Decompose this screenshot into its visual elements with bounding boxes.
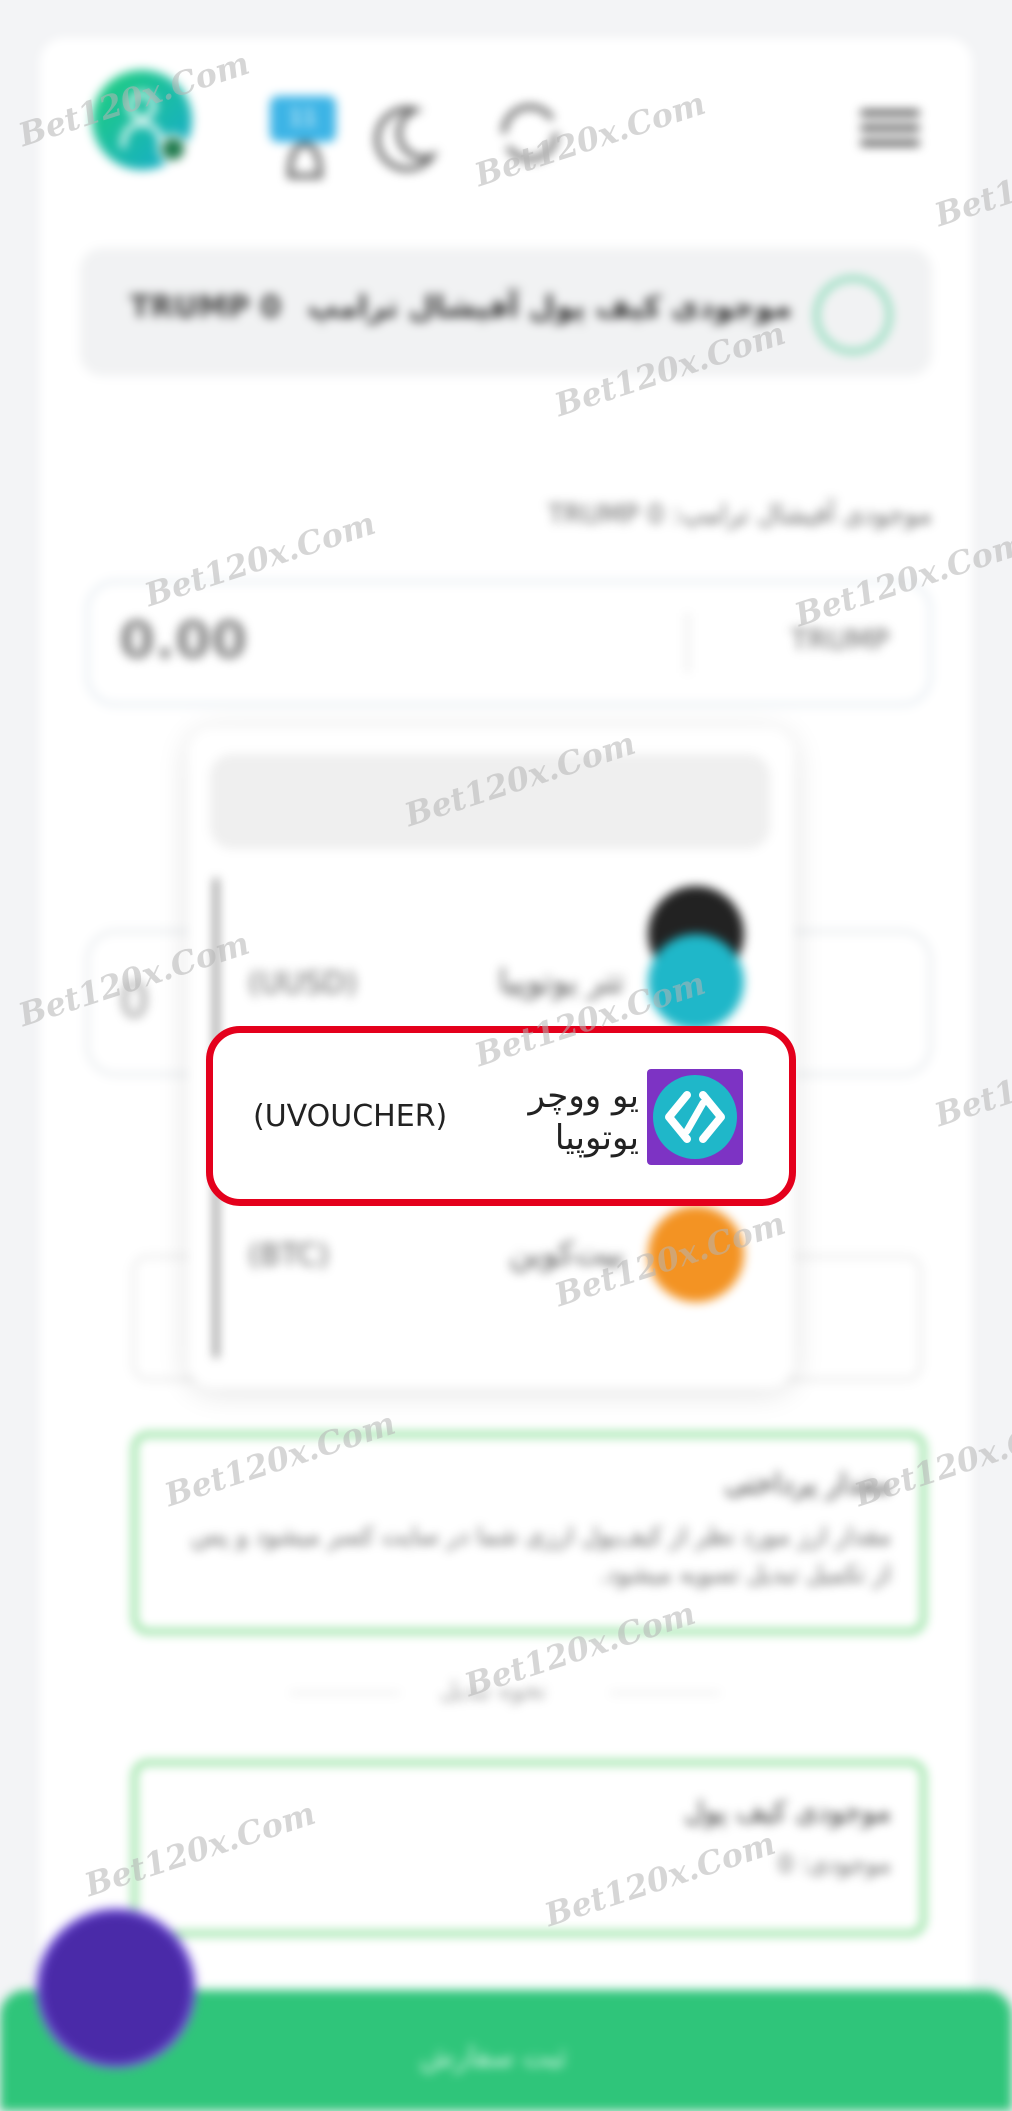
amount-value: 0.00	[119, 611, 248, 671]
uvoucher-symbol-icon	[653, 1075, 737, 1159]
coin-name-line2: یوتوپیا	[554, 1118, 639, 1158]
wallet-title: موجودی کیف پول آفیشال ترامپ	[307, 290, 792, 325]
uvoucher-logo-icon	[647, 1069, 743, 1165]
separator-line	[610, 1692, 720, 1694]
wallet-amount: TRUMP 0	[130, 290, 282, 325]
card-text: مقدار ارز مورد نظر از کیف‌پول ارزی شما د…	[191, 1522, 891, 1588]
online-status-dot	[158, 134, 188, 164]
bell-icon	[287, 141, 323, 179]
coin-name-line1: یو ووچر	[528, 1076, 639, 1116]
card-text: موجودی: 0	[778, 1850, 891, 1878]
submit-label: ثبت سفارش	[420, 2040, 567, 2073]
moon-icon[interactable]	[370, 98, 440, 178]
separator-line	[290, 1692, 400, 1694]
coin-code: (BTC)	[248, 1238, 330, 1273]
card-title: موجودی کیف پول	[684, 1795, 891, 1828]
notifications-button[interactable]: 11	[270, 96, 340, 186]
smiley-icon	[814, 276, 892, 354]
coin-name: یو ووچر یوتوپیا	[529, 1075, 639, 1159]
wallet-balance-card: موجودی کیف پول آفیشال ترامپ TRUMP 0	[80, 248, 932, 376]
support-chat-button[interactable]	[36, 1908, 196, 2068]
coin-code: (UVOUCHER)	[253, 1099, 448, 1134]
balance-label: موجودی آفیشال ترامپ: TRUMP 0	[547, 500, 932, 530]
divider	[686, 613, 689, 673]
hamburger-menu-icon[interactable]	[860, 110, 920, 160]
coin-code: (UUSD)	[248, 966, 358, 1001]
